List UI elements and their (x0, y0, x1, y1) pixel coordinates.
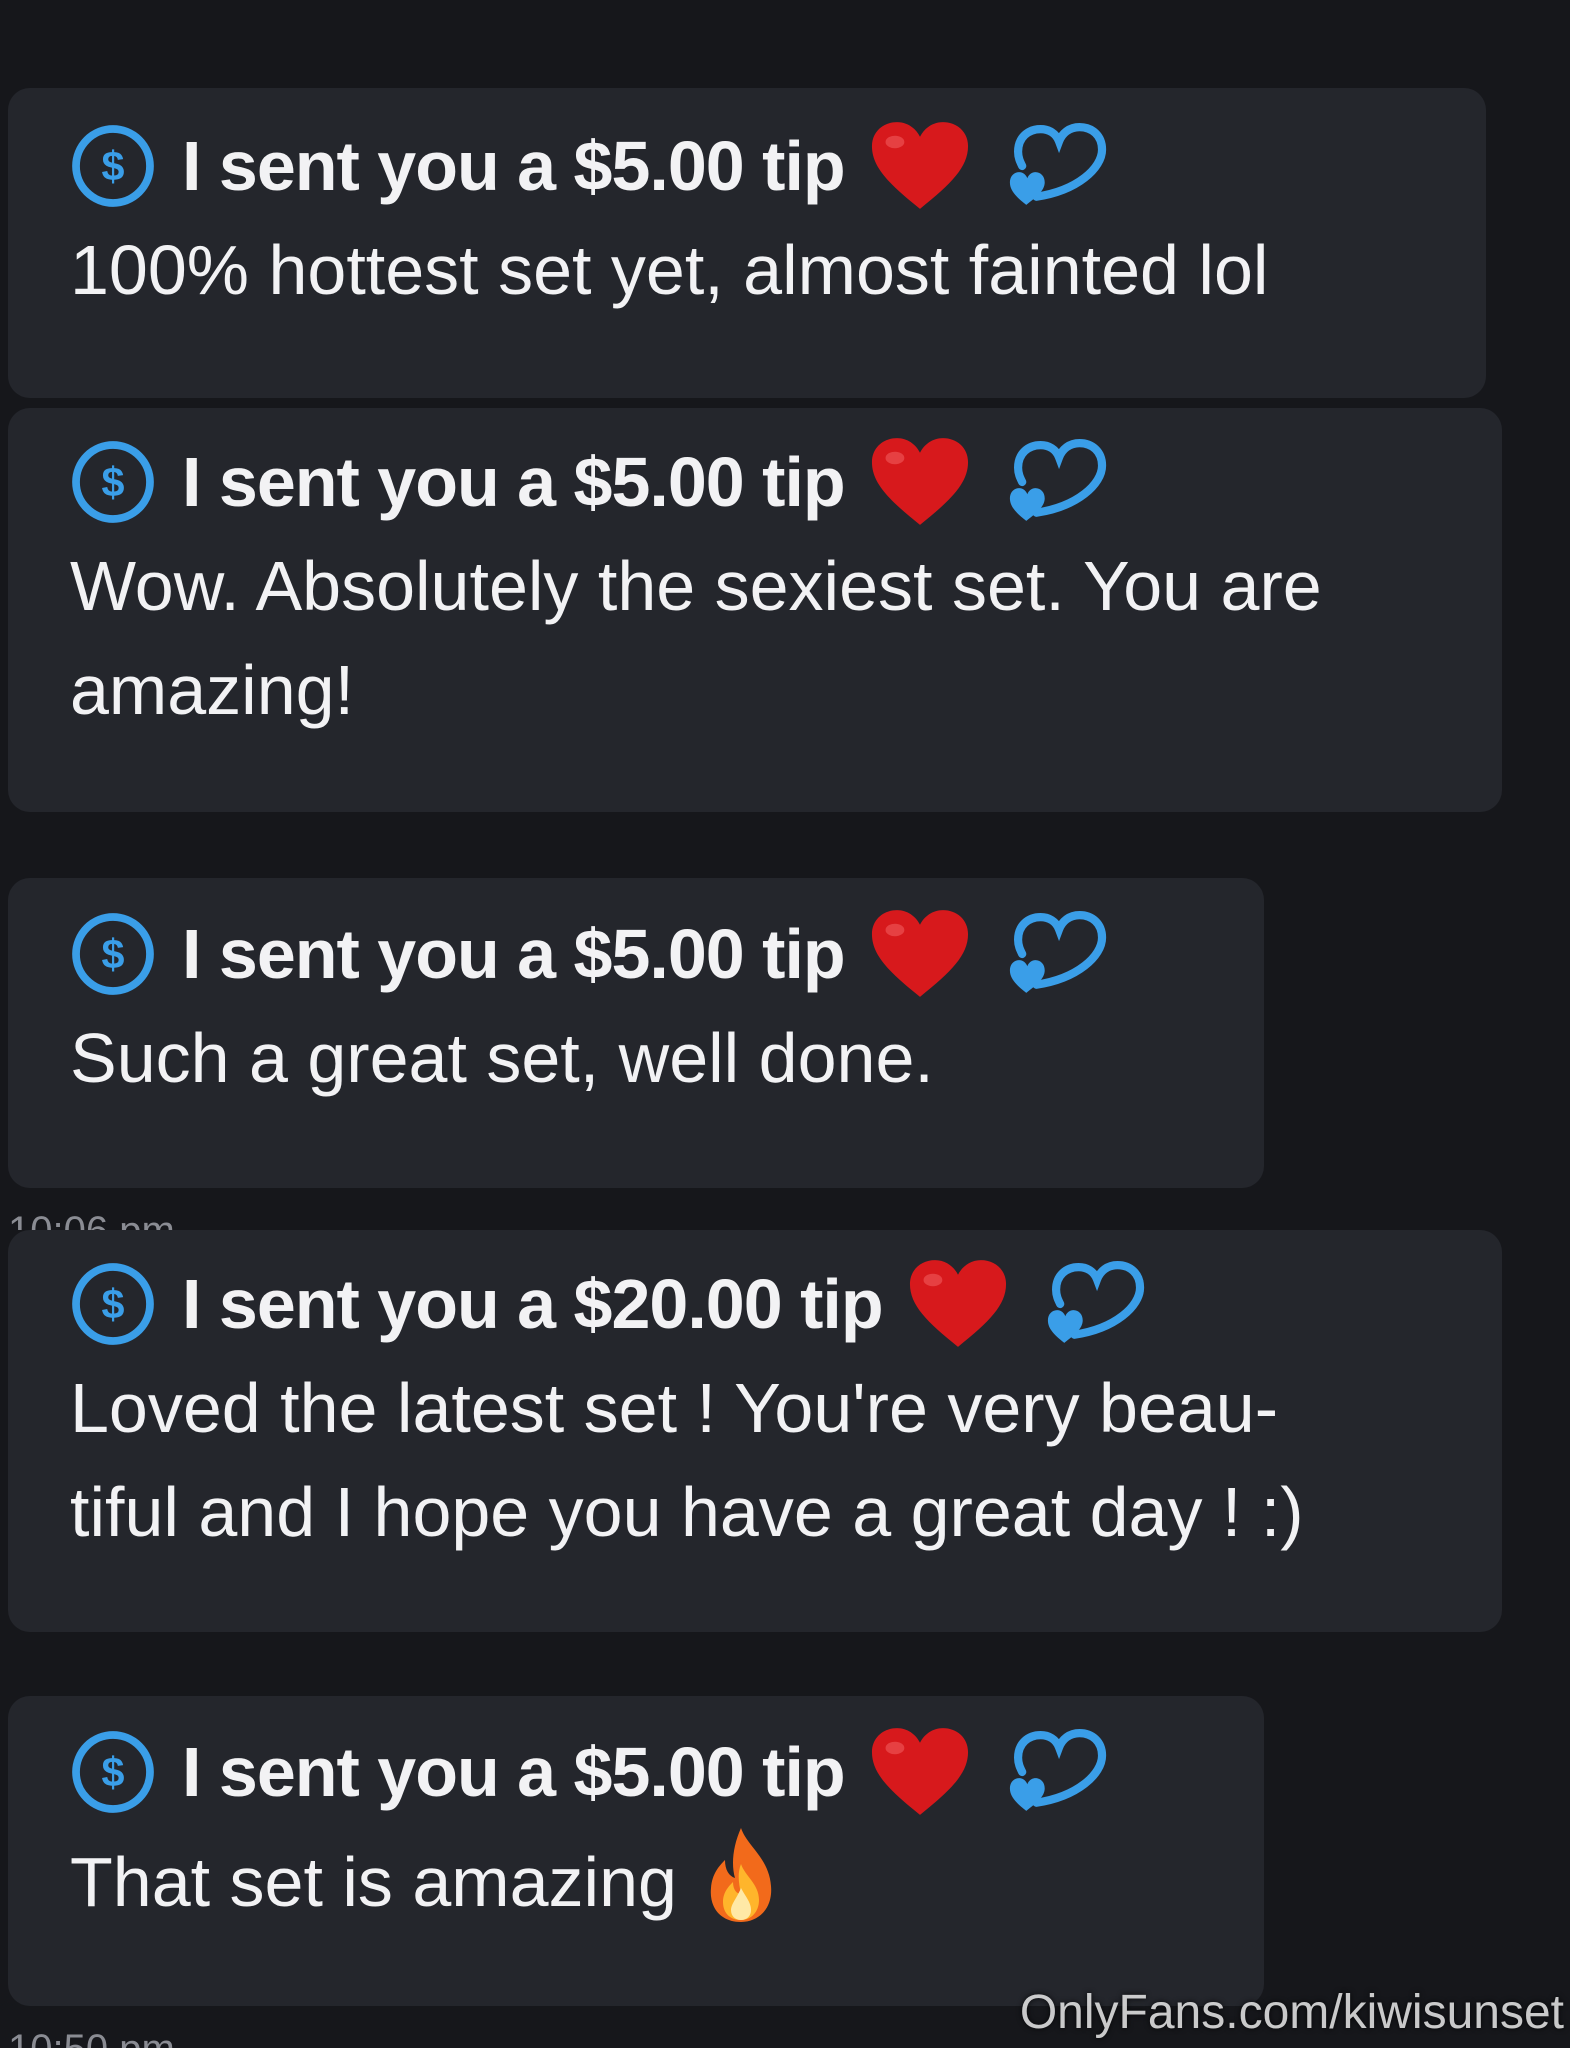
message-text: Wow. Absolutely the sexiest set. You are… (70, 547, 1342, 729)
tip-line: $ I sent you a $5.00 tip (70, 902, 1224, 1006)
red-heart-icon (871, 438, 968, 525)
blue-heart-outline-icon (1009, 911, 1106, 993)
blue-heart-outline-icon (1047, 1261, 1144, 1343)
blue-heart-outline-icon (1009, 439, 1106, 521)
red-heart-icon (909, 1260, 1006, 1347)
svg-text:$: $ (102, 1282, 125, 1328)
fire-icon (710, 1828, 772, 1922)
dollar-circle-icon: $ (72, 441, 154, 523)
message-text: Loved the latest set ! You're very beau-… (70, 1369, 1304, 1551)
svg-text:$: $ (102, 460, 125, 506)
tip-amount-text: I sent you a $5.00 tip (182, 1733, 846, 1811)
svg-text:$: $ (102, 1750, 125, 1796)
tip-line: $ I sent you a $5.00 tip (70, 1720, 1224, 1824)
blue-heart-outline-icon (1009, 1729, 1106, 1811)
dollar-circle-icon: $ (72, 913, 154, 995)
dollar-circle-icon: $ (72, 1263, 154, 1345)
message-bubble[interactable]: $ I sent you a $5.00 tip Wow. Absolutely… (8, 408, 1502, 812)
message-timestamp: 10:06 pm (8, 1208, 175, 1230)
message-text: 100% hottest set yet, almost fainted lol (70, 231, 1269, 309)
message-text: Such a great set, well done. (70, 1019, 934, 1097)
message-bubble[interactable]: $ I sent you a $5.00 tip Such a great se… (8, 878, 1264, 1188)
message-text-content: That set is amazing (70, 1843, 677, 1921)
tip-amount-text: I sent you a $5.00 tip (182, 915, 846, 993)
red-heart-icon (871, 1728, 968, 1815)
blue-heart-outline-icon (1009, 123, 1106, 205)
message-bubble[interactable]: $ I sent you a $20.00 tip Loved the late… (8, 1230, 1502, 1632)
message-bubble[interactable]: $ I sent you a $5.00 tip That set is ama… (8, 1696, 1264, 2006)
message-text: That set is amazing (70, 1824, 1224, 1934)
tip-line: $ I sent you a $20.00 tip (70, 1252, 1462, 1356)
tip-line: $ I sent you a $5.00 tip (70, 430, 1462, 534)
message-timestamp: 10:50 pm (8, 2026, 175, 2048)
tip-amount-text: I sent you a $5.00 tip (182, 443, 846, 521)
svg-text:$: $ (102, 144, 125, 190)
tip-line: $ I sent you a $5.00 tip (70, 114, 1446, 218)
dollar-circle-icon: $ (72, 125, 154, 207)
tip-amount-text: I sent you a $20.00 tip (182, 1265, 884, 1343)
svg-text:$: $ (102, 932, 125, 978)
watermark-text: OnlyFans.com/kiwisunset (1019, 1986, 1564, 2039)
dollar-circle-icon: $ (72, 1731, 154, 1813)
red-heart-icon (871, 910, 968, 997)
tip-amount-text: I sent you a $5.00 tip (182, 127, 846, 205)
red-heart-icon (871, 122, 968, 209)
message-bubble[interactable]: $ I sent you a $5.00 tip 100% hottest se… (8, 88, 1486, 398)
